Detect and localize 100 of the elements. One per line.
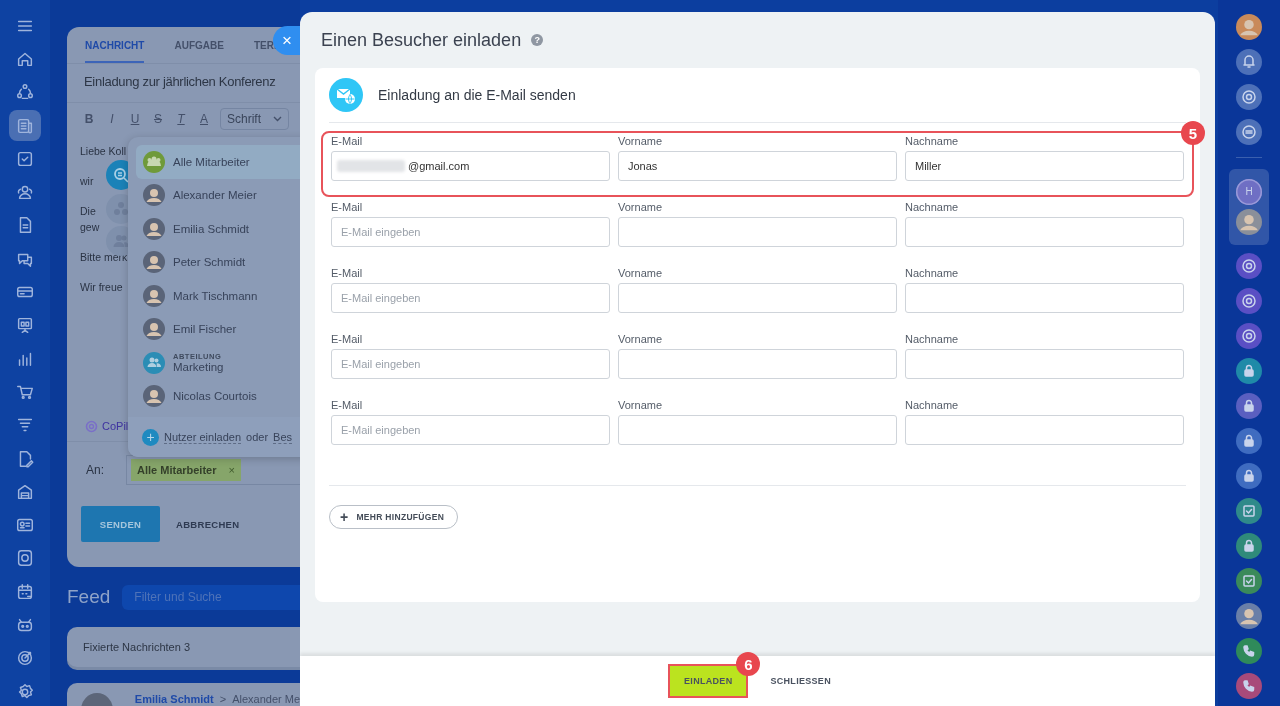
chat-exchange-icon[interactable] xyxy=(1236,118,1262,145)
step-badge: 5 xyxy=(1181,121,1205,145)
field-label: Nachname xyxy=(905,399,960,411)
input-field[interactable] xyxy=(905,217,1184,247)
format-button[interactable]: B xyxy=(82,112,96,126)
composer-tab[interactable]: NACHRICHT xyxy=(85,27,145,63)
invite-user-link[interactable]: Nutzer einladen xyxy=(164,430,242,444)
font-select[interactable]: Schrift xyxy=(220,108,289,130)
post-recipient[interactable]: Alexander Me xyxy=(232,693,300,705)
step-badge: 6 xyxy=(736,652,761,676)
message-line: Die xyxy=(80,205,96,217)
avatar xyxy=(143,284,165,307)
input-field[interactable] xyxy=(618,217,897,247)
plus-icon[interactable]: + xyxy=(142,428,159,446)
lock-icon[interactable] xyxy=(1236,393,1262,419)
avatar[interactable] xyxy=(1236,603,1262,629)
avatar[interactable] xyxy=(1236,209,1262,235)
format-button[interactable]: A xyxy=(197,112,211,126)
lock-icon[interactable] xyxy=(1236,428,1262,454)
input-field[interactable] xyxy=(905,415,1184,445)
field-label: E-Mail xyxy=(331,333,364,345)
input-field[interactable]: E-Mail eingeben xyxy=(331,349,610,379)
post-author[interactable]: Emilia Schmidt xyxy=(134,693,214,705)
dialog-title: Einen Besucher einladen xyxy=(321,29,522,51)
close-button[interactable]: × xyxy=(273,26,300,55)
lock-icon[interactable] xyxy=(1236,358,1262,384)
section-title: Einladung an die E-Mail senden xyxy=(378,87,576,103)
message-line: wir xyxy=(80,175,94,187)
composer-tab[interactable]: AUFGABE xyxy=(174,27,224,63)
swirl-icon[interactable] xyxy=(1236,323,1262,349)
avatar xyxy=(143,318,165,341)
lock-icon[interactable] xyxy=(1236,533,1262,559)
recipient-chip: Alle Mitarbeiter × xyxy=(131,459,241,481)
checkbox-icon[interactable] xyxy=(1236,498,1262,524)
input-field[interactable]: Miller xyxy=(905,151,1184,181)
input-field[interactable] xyxy=(905,349,1184,379)
post-separator: > xyxy=(219,693,227,705)
cancel-button[interactable]: ABBRECHEN xyxy=(170,517,246,531)
recipient-option[interactable]: Alexander Meier xyxy=(136,178,300,212)
format-button[interactable]: T xyxy=(174,112,188,126)
message-line: Bitte merk xyxy=(80,251,128,263)
field-label: Vorname xyxy=(618,333,664,345)
chevron-down-icon xyxy=(273,116,282,122)
recipient-option[interactable]: Nicolas Courtois xyxy=(136,379,300,413)
copilot-label[interactable]: CoPil xyxy=(102,420,129,432)
help-icon[interactable]: ? xyxy=(531,34,544,46)
field-label: Vorname xyxy=(618,267,664,279)
input-field[interactable]: E-Mail eingeben xyxy=(331,415,610,445)
recipient-option[interactable]: Emil Fischer xyxy=(136,312,300,346)
input-field[interactable]: E-Mail eingeben xyxy=(331,283,610,313)
input-field[interactable] xyxy=(905,283,1184,313)
field-label: Nachname xyxy=(905,333,960,345)
input-field[interactable]: E-Mail eingeben xyxy=(331,217,610,247)
input-field[interactable]: Jonas xyxy=(618,151,897,181)
input-field[interactable]: @gmail.com xyxy=(331,151,610,181)
invite-guest-link[interactable]: Bes xyxy=(273,430,293,444)
swirl-icon[interactable] xyxy=(1236,288,1262,314)
field-label: E-Mail xyxy=(331,267,364,279)
recipient-option[interactable]: Mark Tischmann xyxy=(136,279,300,313)
add-more-button[interactable]: + MEHR HINZUFÜGEN xyxy=(329,505,459,529)
field-label: E-Mail xyxy=(331,135,364,147)
avatar xyxy=(143,184,165,207)
newspaper-icon[interactable] xyxy=(9,110,41,141)
recipient-label: An: xyxy=(86,463,104,477)
users-icon xyxy=(143,351,165,374)
field-label: Vorname xyxy=(618,399,664,411)
avatar[interactable] xyxy=(1236,13,1262,40)
phone-icon[interactable] xyxy=(1236,673,1262,699)
feed-title: Feed xyxy=(67,586,111,608)
bell-icon[interactable] xyxy=(1236,48,1262,75)
pinned-messages-bar[interactable]: Fixierte Nachrichten 3 xyxy=(67,627,300,667)
or-text: oder xyxy=(246,431,269,443)
format-button[interactable]: I xyxy=(105,112,119,126)
input-field[interactable] xyxy=(618,283,897,313)
blurred-text xyxy=(337,160,405,172)
input-field[interactable] xyxy=(618,415,897,445)
lock-icon[interactable] xyxy=(1236,463,1262,489)
send-button[interactable]: SENDEN xyxy=(81,506,160,542)
field-label: Nachname xyxy=(905,201,960,213)
swirl-icon[interactable] xyxy=(1236,83,1262,110)
message-line: Wir freue xyxy=(80,281,123,293)
field-label: Vorname xyxy=(618,201,664,213)
group-icon xyxy=(143,150,165,173)
checkbox-icon[interactable] xyxy=(1236,568,1262,594)
field-label: Nachname xyxy=(905,135,960,147)
format-button[interactable]: U xyxy=(128,112,142,126)
avatar xyxy=(143,217,165,240)
avatar[interactable]: H xyxy=(1236,178,1262,205)
recipient-option[interactable]: Emilia Schmidt xyxy=(136,212,300,246)
mail-globe-icon xyxy=(329,78,363,112)
message-line: Liebe Koll xyxy=(80,145,127,157)
swirl-icon xyxy=(85,419,98,433)
swirl-icon[interactable] xyxy=(1236,253,1262,279)
recipient-option[interactable]: Peter Schmidt xyxy=(136,245,300,279)
format-button[interactable]: S xyxy=(151,112,165,126)
field-label: Nachname xyxy=(905,267,960,279)
input-field[interactable] xyxy=(618,349,897,379)
avatar xyxy=(143,385,165,408)
recipient-option[interactable]: Alle Mitarbeiter xyxy=(136,145,300,179)
phone-icon[interactable] xyxy=(1236,638,1262,664)
